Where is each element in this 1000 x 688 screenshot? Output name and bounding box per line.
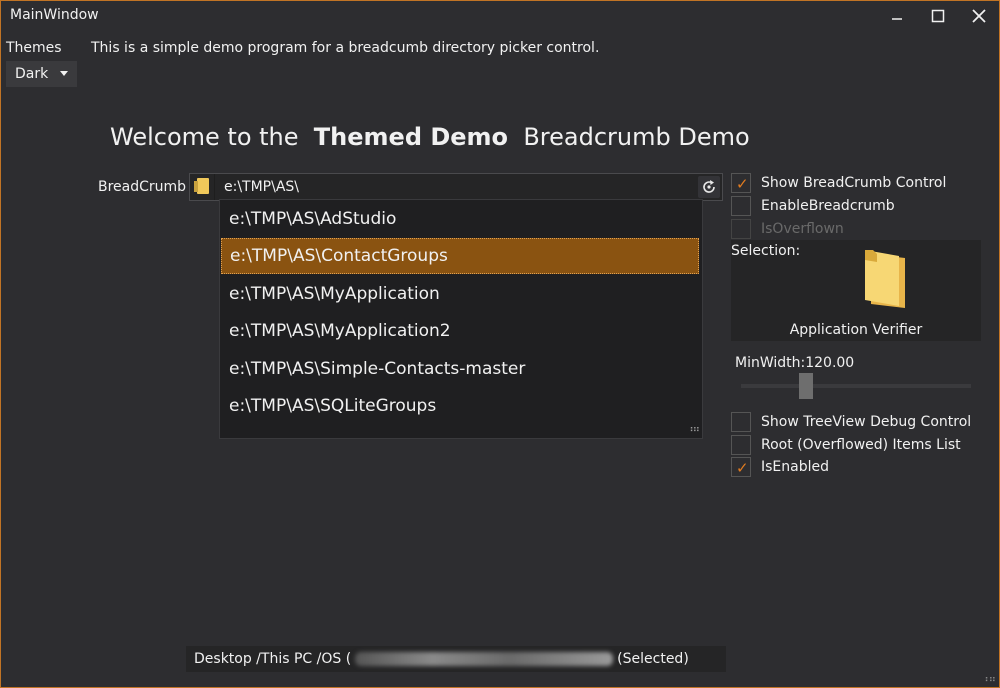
checkbox-label: EnableBreadcrumb [761, 198, 895, 214]
minimize-icon [892, 18, 902, 20]
checkbox-box[interactable]: ✓ [731, 173, 751, 193]
themes-dropdown[interactable]: Dark [6, 61, 77, 87]
status-text: Desktop /This PC /OS ( (Selected) [194, 651, 689, 667]
window-resize-grip-icon[interactable]: ⠰⠶ [981, 674, 996, 685]
checkbox-box [731, 219, 751, 239]
themes-selected-value: Dark [15, 66, 49, 82]
checkbox-label: IsOverflown [761, 221, 844, 237]
breadcrumb-path-input[interactable]: e:\TMP\AS\ [224, 179, 299, 195]
window-title: MainWindow [10, 7, 99, 23]
status-path-prefix: Desktop /This PC /OS ( [194, 651, 352, 667]
checkbox-box[interactable]: ✓ [731, 457, 751, 477]
min-width-slider[interactable] [741, 384, 971, 388]
close-icon [972, 9, 986, 23]
themes-label: Themes [6, 40, 62, 56]
checkbox-box[interactable] [731, 196, 751, 216]
selection-label: Selection: [731, 243, 801, 259]
min-width-label: MinWidth:120.00 [735, 355, 855, 371]
checkbox-label: Show BreadCrumb Control [761, 175, 947, 191]
suggestion-item[interactable]: e:\TMP\AS\AdStudio [221, 201, 699, 237]
resize-grip-icon[interactable]: ⠰⠶ [686, 424, 700, 435]
breadcrumb-label: BreadCrumb [98, 179, 187, 195]
breadcrumb-control[interactable]: e:\TMP\AS\ [189, 173, 723, 201]
maximize-icon [931, 9, 945, 23]
suggestion-item[interactable]: e:\TMP\AS\MyApplication2 [221, 313, 699, 349]
refresh-button[interactable] [698, 176, 720, 198]
check-icon: ✓ [736, 175, 749, 193]
check-icon: ✓ [736, 459, 749, 477]
page-title: Welcome to the Themed Demo Breadcrumb De… [110, 123, 750, 151]
suggestion-item[interactable]: e:\TMP\AS\SQLiteGroups [221, 388, 699, 424]
checkbox-label: Show TreeView Debug Control [761, 414, 972, 430]
maximize-button[interactable] [921, 3, 955, 29]
title-bar[interactable]: MainWindow [1, 1, 999, 31]
checkbox-label: Root (Overflowed) Items List [761, 437, 961, 453]
status-bar: Desktop /This PC /OS ( (Selected) [186, 646, 726, 672]
checkbox-box[interactable] [731, 412, 751, 432]
refresh-icon [703, 180, 715, 193]
suggestion-dropdown[interactable]: e:\TMP\AS\AdStudio e:\TMP\AS\ContactGrou… [219, 199, 703, 439]
selection-panel: Selection: Application Verifier [731, 240, 981, 341]
suggestion-item-selected[interactable]: e:\TMP\AS\ContactGroups [221, 238, 699, 274]
suggestion-item[interactable]: e:\TMP\AS\Simple-Contacts-master [221, 351, 699, 387]
checkbox-label: IsEnabled [761, 459, 829, 475]
folder-icon[interactable] [194, 178, 209, 194]
main-window: MainWindow Themes Dark This is a simple … [0, 0, 1000, 688]
slider-thumb[interactable] [799, 373, 813, 399]
folder-icon [865, 250, 905, 308]
redacted-path [355, 652, 614, 666]
title-suffix: Breadcrumb Demo [523, 123, 750, 151]
intro-text: This is a simple demo program for a brea… [91, 40, 600, 56]
selection-name: Application Verifier [789, 322, 923, 338]
status-selected-suffix: (Selected) [617, 651, 689, 667]
title-prefix: Welcome to the [110, 123, 299, 151]
chevron-down-icon [60, 71, 68, 76]
checkbox-box[interactable] [731, 435, 751, 455]
title-bold: Themed Demo [313, 123, 509, 151]
close-button[interactable] [962, 3, 996, 29]
minimize-button[interactable] [880, 3, 914, 29]
suggestion-item[interactable]: e:\TMP\AS\MyApplication [221, 276, 699, 312]
divider [214, 174, 215, 200]
